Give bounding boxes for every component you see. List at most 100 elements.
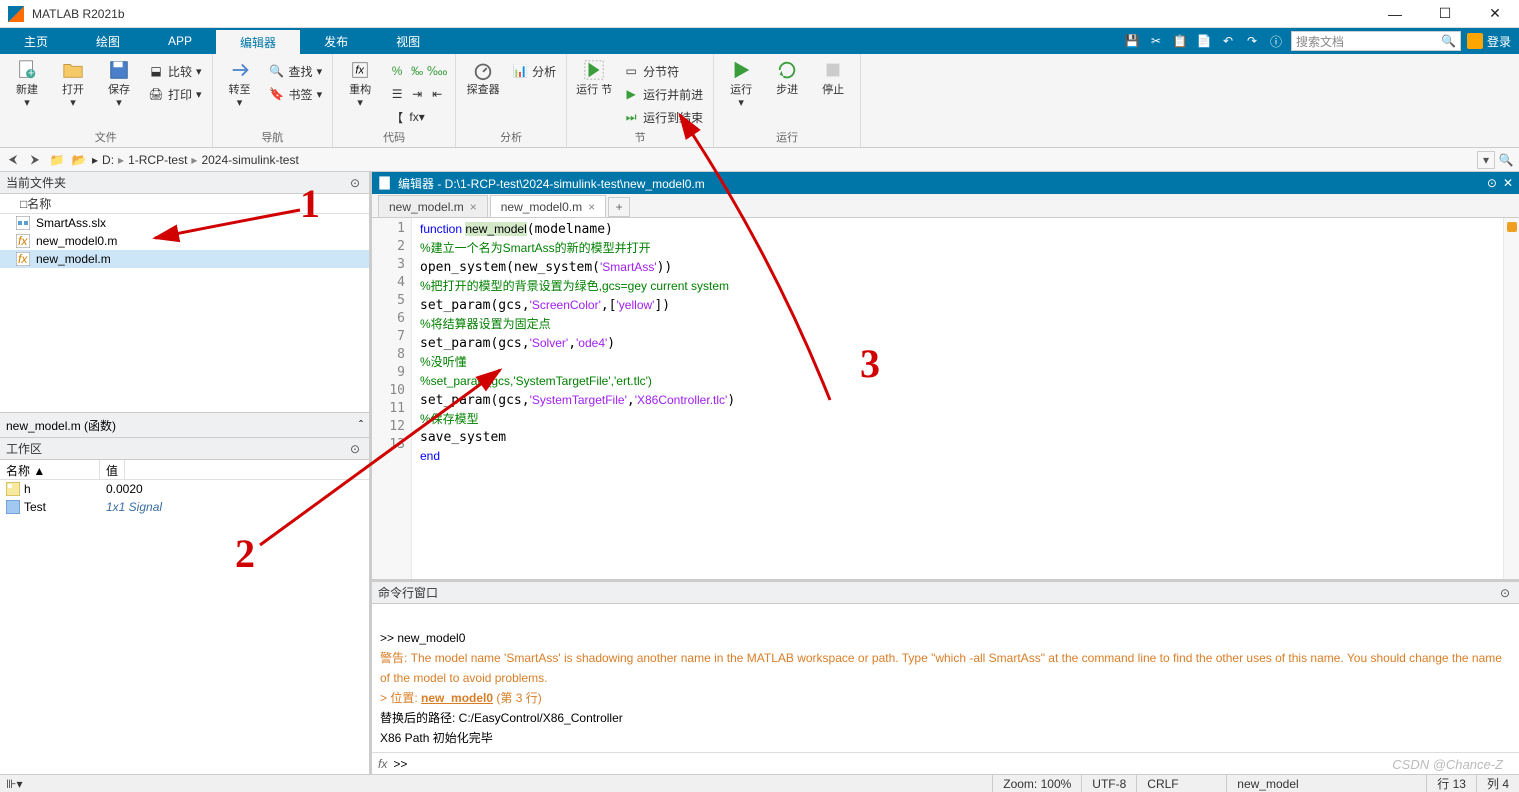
addr-search-icon[interactable]: 🔍 (1497, 151, 1515, 169)
ws-col-value[interactable]: 值 (100, 460, 125, 479)
file-preview-bar[interactable]: new_model.m (函数) ˆ (0, 412, 369, 438)
workspace-panel: 工作区 ⊙ 名称 ▲ 值 h0.0020Test1x1 Signal (0, 438, 369, 774)
tab-editor[interactable]: 编辑器 (216, 28, 300, 54)
tab-apps[interactable]: APP (144, 28, 216, 54)
status-zoom[interactable]: Zoom: 100% (992, 775, 1081, 792)
annotation-1: 1 (300, 180, 320, 227)
print-button[interactable]: 🖨打印 ▾ (144, 83, 206, 105)
editor-tab-1[interactable]: new_model.m× (378, 195, 488, 217)
tab-close-icon[interactable]: × (588, 200, 595, 214)
run-advance-button[interactable]: ▶运行并前进 (619, 83, 707, 105)
group-analyze-label: 分析 (462, 129, 560, 147)
busy-indicator-icon: ⊪▾ (0, 777, 28, 791)
fx-icon[interactable]: fx (378, 757, 387, 771)
command-prompt[interactable]: fx >> (372, 752, 1519, 774)
group-nav-label: 导航 (219, 129, 327, 147)
command-output[interactable]: >> new_model0 警告: The model name 'SmartA… (372, 604, 1519, 752)
warning-marker-icon[interactable] (1507, 222, 1517, 232)
nav-back-icon[interactable]: ⮜ (4, 151, 22, 169)
compare-button[interactable]: ⬓比较 ▾ (144, 60, 206, 82)
breadcrumb-1[interactable]: 1-RCP-test (128, 153, 187, 167)
search-icon: 🔍 (1441, 34, 1456, 48)
breadcrumb-2[interactable]: 2024-simulink-test (201, 153, 298, 167)
find-button[interactable]: 🔍查找 ▾ (265, 60, 327, 82)
command-window-header: 命令行窗口 ⊙ (372, 582, 1519, 604)
copy-icon[interactable]: 📋 (1171, 32, 1189, 50)
profiler-button[interactable]: 探查器 (462, 58, 504, 97)
comment-percent-icon[interactable]: %‰‱ (385, 60, 449, 82)
panel-options-icon[interactable]: ⊙ (347, 175, 363, 191)
run-section-button[interactable]: 运行 节 (573, 58, 615, 97)
group-code-label: 代码 (339, 129, 449, 147)
status-encoding[interactable]: UTF-8 (1081, 775, 1136, 792)
annotation-3: 3 (860, 340, 880, 387)
bookmark-button[interactable]: 🔖书签 ▾ (265, 83, 327, 105)
search-docs-input[interactable]: 搜索文档 🔍 (1291, 31, 1461, 51)
error-location-link[interactable]: new_model0 (421, 691, 493, 705)
goto-button[interactable]: 转至▾ (219, 58, 261, 110)
editor-tab-2[interactable]: new_model0.m× (490, 195, 606, 217)
status-eol[interactable]: CRLF (1136, 775, 1226, 792)
file-row[interactable]: fxnew_model0.m (0, 232, 369, 250)
workspace-row[interactable]: h0.0020 (0, 480, 369, 498)
addr-dropdown-icon[interactable]: ▾ (1477, 151, 1495, 169)
svg-text:fx: fx (356, 65, 365, 77)
section-break-button[interactable]: ▭分节符 (619, 60, 707, 82)
tab-home[interactable]: 主页 (0, 28, 72, 54)
tab-close-icon[interactable]: × (470, 200, 477, 214)
tab-view[interactable]: 视图 (372, 28, 444, 54)
save-button[interactable]: 保存▾ (98, 58, 140, 110)
paste-icon[interactable]: 📄 (1195, 32, 1213, 50)
address-bar: ⮜ ⮞ 📁 📂 ▸ D: ▸ 1-RCP-test ▸ 2024-simulin… (0, 148, 1519, 172)
redo-icon[interactable]: ↷ (1243, 32, 1261, 50)
tab-plots[interactable]: 绘图 (72, 28, 144, 54)
workspace-row[interactable]: Test1x1 Signal (0, 498, 369, 516)
run-to-end-button[interactable]: ⏭运行到结束 (619, 106, 707, 128)
status-bar: ⊪▾ Zoom: 100% UTF-8 CRLF new_model 行 13 … (0, 774, 1519, 792)
new-button[interactable]: +新建▾ (6, 58, 48, 110)
cut-icon[interactable]: ✂ (1147, 32, 1165, 50)
search-placeholder: 搜索文档 (1296, 33, 1344, 50)
file-row[interactable]: fxnew_model.m (0, 250, 369, 268)
nav-up-icon[interactable]: 📁 (48, 151, 66, 169)
login-button[interactable]: 登录 (1467, 33, 1511, 50)
avatar-icon (1467, 33, 1483, 49)
status-col: 列 4 (1476, 775, 1519, 792)
svg-text:fx: fx (18, 252, 28, 266)
workspace-options-icon[interactable]: ⊙ (347, 441, 363, 457)
status-line: 行 13 (1426, 775, 1476, 792)
breadcrumb-drive[interactable]: D: (102, 153, 114, 167)
editor-tabstrip: new_model.m× new_model0.m× + (372, 194, 1519, 218)
maximize-button[interactable]: ☐ (1429, 4, 1461, 24)
annotation-2: 2 (235, 530, 255, 577)
run-button[interactable]: 运行▾ (720, 58, 762, 110)
cmd-options-icon[interactable]: ⊙ (1497, 585, 1513, 601)
undo-icon[interactable]: ↶ (1219, 32, 1237, 50)
save-icon[interactable]: 💾 (1123, 32, 1141, 50)
step-button[interactable]: 步进 (766, 58, 808, 97)
tab-publish[interactable]: 发布 (300, 28, 372, 54)
editor-header: 编辑器 - D:\1-RCP-test\2024-simulink-test\n… (372, 172, 1519, 194)
close-button[interactable]: ✕ (1479, 4, 1511, 24)
editor-close-icon[interactable]: ✕ (1503, 176, 1513, 190)
ribbon-tabstrip: 主页 绘图 APP 编辑器 发布 视图 💾 ✂ 📋 📄 ↶ ↷ ⓘ 搜索文档 🔍… (0, 28, 1519, 54)
group-file-label: 文件 (6, 129, 206, 147)
refactor-button[interactable]: fx重构▾ (339, 58, 381, 110)
format-icons[interactable]: 【fx▾ (385, 106, 449, 128)
login-label: 登录 (1487, 33, 1511, 50)
analyze-button[interactable]: 📊分析 (508, 60, 560, 82)
stop-button[interactable]: 停止 (812, 58, 854, 97)
ws-col-name[interactable]: 名称 ▲ (0, 460, 100, 479)
nav-fwd-icon[interactable]: ⮞ (26, 151, 44, 169)
svg-text:fx: fx (18, 234, 28, 248)
editor-file-icon (378, 176, 392, 190)
code-editor[interactable]: 12345678910111213 function new_model(mod… (372, 218, 1519, 579)
new-tab-button[interactable]: + (608, 197, 630, 217)
editor-options-icon[interactable]: ⊙ (1487, 176, 1497, 190)
open-button[interactable]: 打开▾ (52, 58, 94, 110)
svg-text:+: + (28, 67, 34, 79)
help-icon[interactable]: ⓘ (1267, 32, 1285, 50)
nav-parent-icon[interactable]: 📂 (70, 151, 88, 169)
minimize-button[interactable]: — (1379, 4, 1411, 24)
indent-icons[interactable]: ☰⇥⇤ (385, 83, 449, 105)
